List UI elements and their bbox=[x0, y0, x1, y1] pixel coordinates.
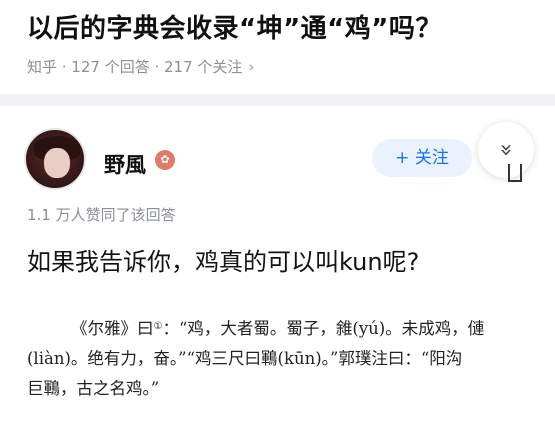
quote-line-3: 巨鶤，古之名鸡。” bbox=[27, 379, 160, 398]
avatar[interactable] bbox=[24, 128, 86, 190]
quote-block: 《尔雅》曰①：“鸡，大者蜀。蜀子，雓(yú)。未成鸡，僆 (liàn)。绝有力，… bbox=[27, 314, 527, 404]
author-name[interactable]: 野風 bbox=[104, 149, 146, 179]
follow-button[interactable]: + 关注 bbox=[372, 139, 472, 177]
answer-card: 野風 ✿ + 关注 » 1.1 万人赞同了该回答 如果我告诉你，鸡真的可以叫ku… bbox=[0, 106, 555, 444]
avatar-face bbox=[44, 148, 70, 178]
double-chevron-icon: » bbox=[494, 143, 519, 157]
quote-line-1: 《尔雅》曰①：“鸡，大者蜀。蜀子，雓(yú)。未成鸡，僆 bbox=[27, 314, 527, 344]
quote-text-1: ：“鸡，大者蜀。蜀子，雓(yú)。未成鸡，僆 bbox=[162, 319, 485, 338]
quote-source: 《尔雅》曰 bbox=[71, 319, 154, 338]
bracket-mark bbox=[508, 164, 522, 182]
upvote-info: 1.1 万人赞同了该回答 bbox=[27, 206, 176, 224]
chevron-right-icon: › bbox=[248, 58, 255, 76]
question-header[interactable]: 以后的字典会收录“坤”通“鸡”吗？ 知乎 · 127 个回答 · 217 个关注… bbox=[0, 0, 555, 106]
question-title[interactable]: 以后的字典会收录“坤”通“鸡”吗？ bbox=[27, 8, 442, 45]
collapse-button[interactable]: » bbox=[478, 122, 534, 178]
question-stats: 知乎 · 127 个回答 · 217 个关注 bbox=[27, 58, 243, 76]
question-meta[interactable]: 知乎 · 127 个回答 · 217 个关注 › bbox=[27, 56, 254, 77]
footnote-marker[interactable]: ① bbox=[154, 321, 163, 332]
answer-text: 如果我告诉你，鸡真的可以叫kun呢? bbox=[27, 248, 420, 276]
quote-line-2: (liàn)。绝有力，奋。”“鸡三尺曰鶤(kūn)。”郭璞注曰：“阳沟 bbox=[27, 349, 463, 368]
badge-icon: ✿ bbox=[155, 150, 175, 170]
